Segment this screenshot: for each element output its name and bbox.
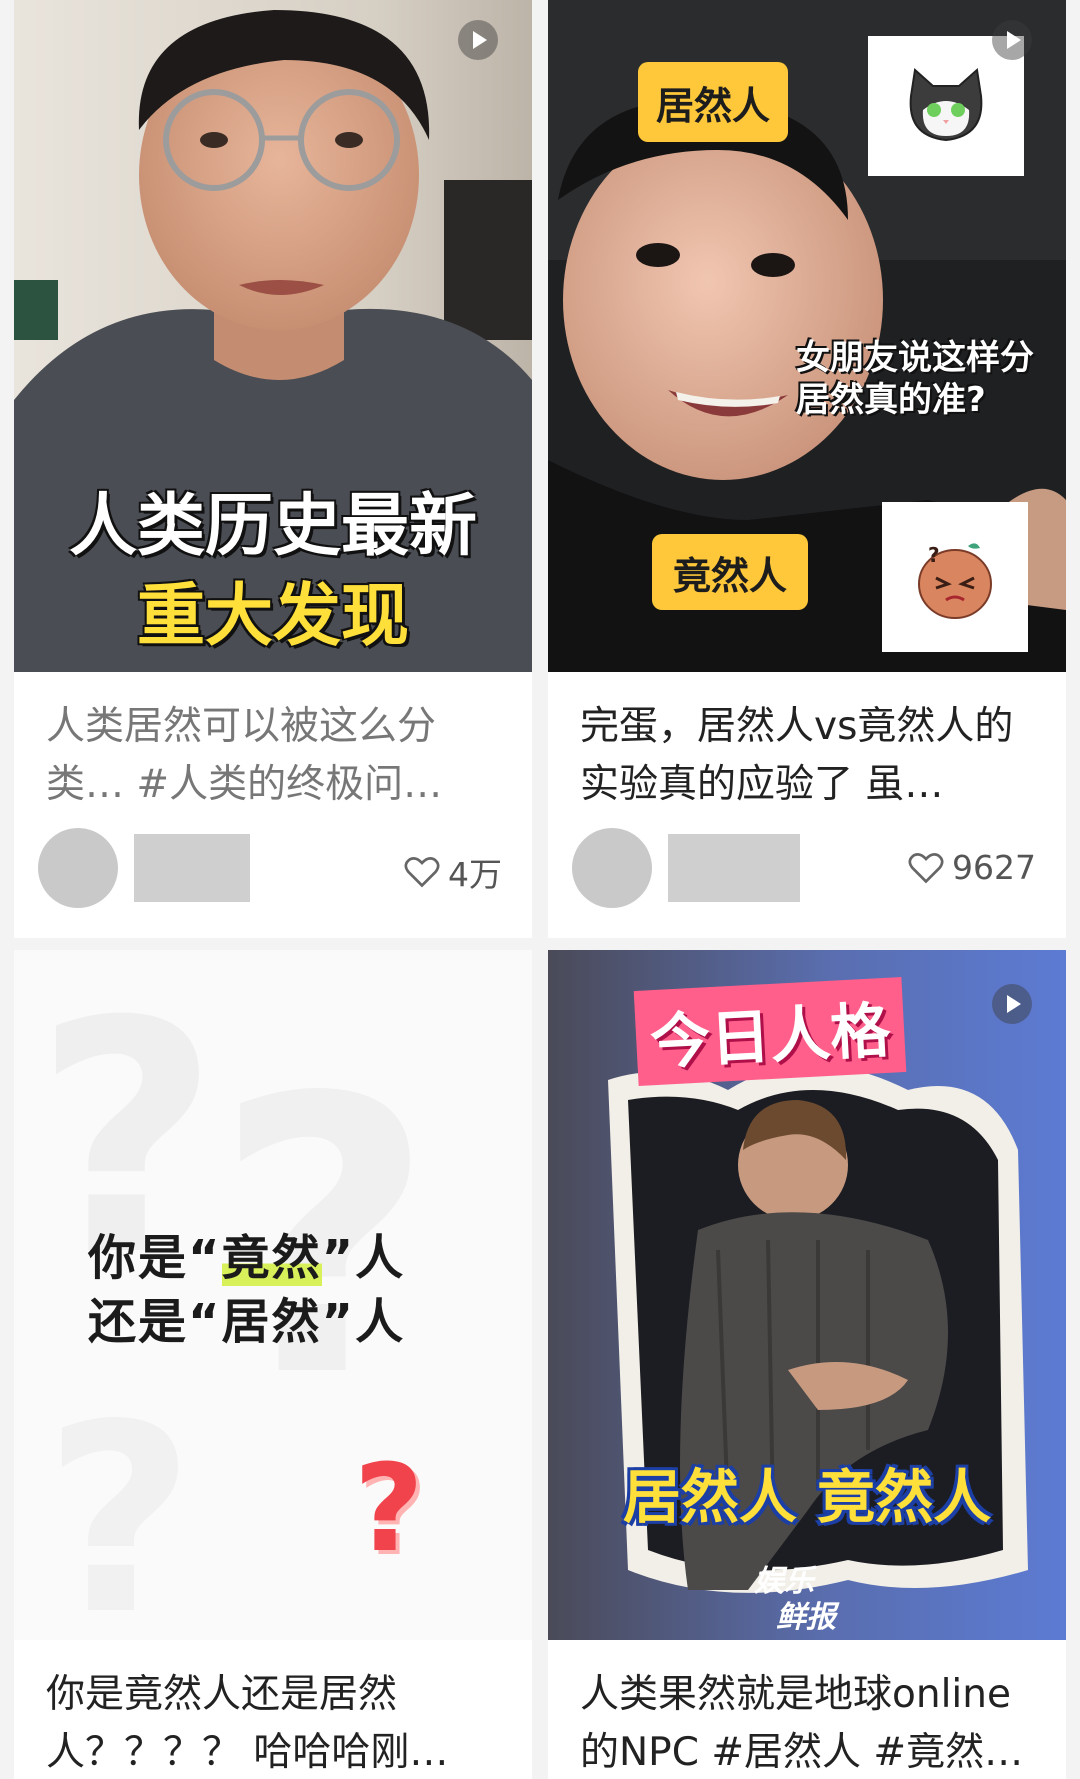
author-name-placeholder[interactable] bbox=[668, 834, 800, 902]
poster-line1-suffix: ”人 bbox=[321, 1230, 406, 1286]
video-thumbnail[interactable]: 居然人 竟然人 女朋友说这样分 居然真的准? ? bbox=[548, 0, 1066, 672]
poster-line1-prefix: 你是“ bbox=[88, 1230, 222, 1286]
like-count: 4万 bbox=[448, 855, 502, 894]
feed-card-3[interactable]: ? ? ? 你是“竟然”人 还是“居然”人 ? 你是竟然人还是居然人？？？？ 哈… bbox=[14, 950, 532, 1779]
feed-card-4[interactable]: 今日人格 居然人 竟然人 娱乐 鲜报 人类果然就是地球online的NPC #居… bbox=[548, 950, 1066, 1779]
author-name-placeholder[interactable] bbox=[134, 834, 250, 902]
like-counter[interactable]: 9627 bbox=[908, 848, 1036, 887]
thumbnail-caption-line1: 人类历史最新 bbox=[68, 487, 477, 566]
svg-text:?: ? bbox=[44, 1370, 195, 1640]
red-question-mark: ? bbox=[354, 1440, 424, 1579]
poster-highlight: 竟然 bbox=[221, 1230, 322, 1286]
card-title[interactable]: 你是竟然人还是居然人？？？？ 哈哈哈刚… bbox=[46, 1666, 508, 1779]
video-thumbnail[interactable]: 今日人格 居然人 竟然人 娱乐 鲜报 bbox=[548, 950, 1066, 1640]
play-icon bbox=[992, 20, 1032, 60]
poster-line1: 你是“竟然”人 bbox=[88, 1218, 405, 1288]
card-title[interactable]: 完蛋，居然人vs竟然人的实验真的应验了 虽… bbox=[580, 698, 1042, 814]
feed-card-1[interactable]: 人类历史最新 重大发现 人类居然可以被这么分类… #人类的终极问… 4万 bbox=[14, 0, 532, 938]
video-thumbnail[interactable]: 人类历史最新 重大发现 bbox=[14, 0, 532, 672]
badge-top: 居然人 bbox=[638, 62, 788, 142]
author-avatar[interactable] bbox=[572, 828, 652, 908]
banner-title: 今日人格 bbox=[633, 977, 907, 1086]
watermark-line2: 鲜报 bbox=[776, 1600, 836, 1635]
heart-icon bbox=[908, 852, 944, 883]
potato-face-icon: ? bbox=[918, 543, 992, 619]
author-avatar[interactable] bbox=[38, 828, 118, 908]
thumbnail-overlay-line2: 居然真的准? bbox=[796, 380, 986, 420]
feed-card-2[interactable]: 居然人 竟然人 女朋友说这样分 居然真的准? ? 完蛋，居然人vs竟然人的实验真… bbox=[548, 0, 1066, 938]
bottom-caption: 居然人 竟然人 bbox=[622, 1463, 992, 1531]
potato-sticker: ? bbox=[882, 502, 1028, 652]
card-title[interactable]: 人类果然就是地球online的NPC #居然人 #竟然… bbox=[580, 1666, 1042, 1779]
poster-thumbnail[interactable]: ? ? ? 你是“竟然”人 还是“居然”人 ? bbox=[14, 950, 532, 1640]
play-icon bbox=[458, 20, 498, 60]
thumbnail-caption-line2: 重大发现 bbox=[136, 577, 409, 656]
card-title[interactable]: 人类居然可以被这么分类… #人类的终极问… bbox=[46, 698, 508, 814]
poster-line2: 还是“居然”人 bbox=[88, 1294, 406, 1350]
like-count: 9627 bbox=[952, 848, 1036, 887]
svg-text:?: ? bbox=[928, 543, 940, 567]
badge-bottom: 竟然人 bbox=[652, 534, 808, 610]
like-counter[interactable]: 4万 bbox=[404, 848, 502, 896]
play-icon bbox=[992, 984, 1032, 1024]
cat-face-icon bbox=[909, 68, 983, 142]
heart-icon bbox=[404, 857, 440, 888]
